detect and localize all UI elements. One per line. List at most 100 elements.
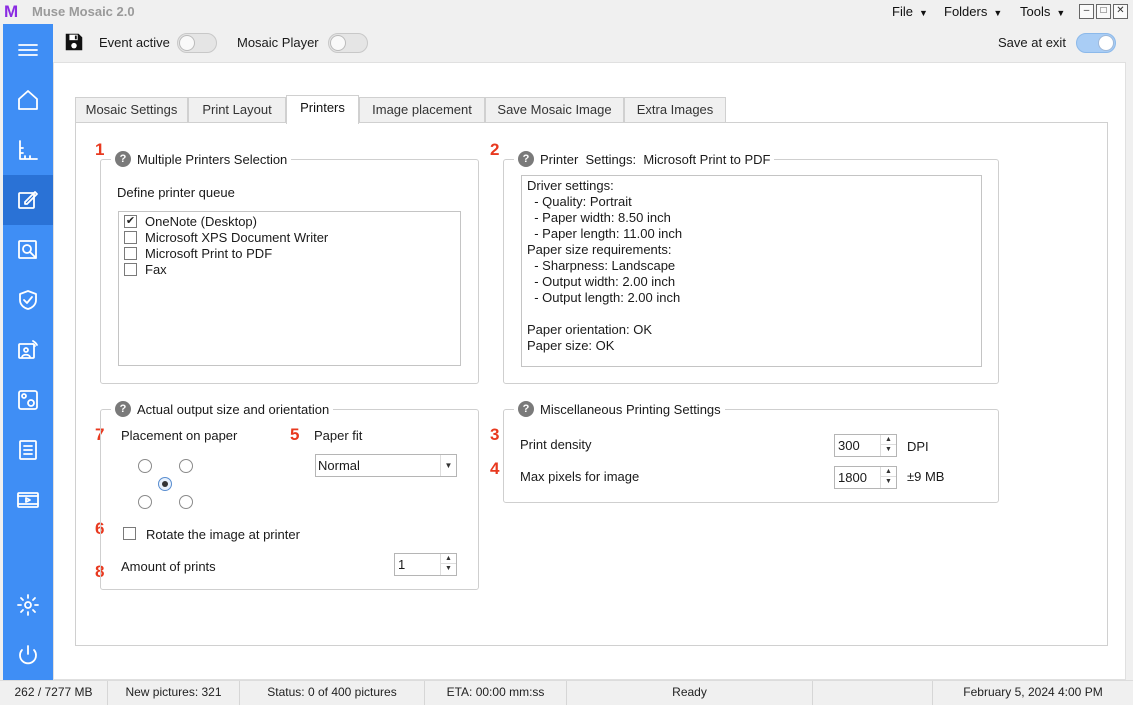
status-state: Ready <box>567 681 813 705</box>
rotate-label: Rotate the image at printer <box>146 527 300 542</box>
status-empty <box>813 681 933 705</box>
marker-1: 1 <box>95 140 105 159</box>
tab-printers[interactable]: Printers <box>286 95 359 124</box>
group-title: ? Miscellaneous Printing Settings <box>514 401 725 417</box>
placement-radio-bottom-right[interactable] <box>179 495 193 509</box>
video-icon[interactable] <box>3 475 53 525</box>
group-title: ? Printer Settings: Microsoft Print to P… <box>514 151 775 167</box>
stepper-up-icon[interactable]: ▲ <box>881 467 896 477</box>
paper-fit-select[interactable]: Normal ▼ <box>315 454 457 477</box>
stepper-down-icon[interactable]: ▼ <box>881 445 896 455</box>
help-icon[interactable]: ? <box>518 151 534 167</box>
settings-line: - Paper width: 8.50 inch <box>527 210 671 225</box>
tab-print-layout[interactable]: Print Layout <box>188 97 286 123</box>
title-bar: M Muse Mosaic 2.0 File ▼ Folders ▼ Tools ▼ … <box>0 0 1133 24</box>
checkbox[interactable] <box>124 246 137 260</box>
stepper-up-icon[interactable]: ▲ <box>441 554 456 564</box>
settings-line: - Sharpness: Landscape <box>527 258 676 273</box>
printer-queue-list[interactable]: ✔ OneNote (Desktop) Microsoft XPS Documen… <box>118 211 461 366</box>
presentation-icon[interactable] <box>3 325 53 375</box>
printer-settings-group: ? Printer Settings: Microsoft Print to P… <box>503 151 999 384</box>
checkbox-checked[interactable]: ✔ <box>124 214 137 228</box>
gear-icon[interactable] <box>3 580 53 630</box>
shield-check-icon[interactable] <box>3 275 53 325</box>
max-pixels-stepper[interactable]: 1800 ▲ ▼ <box>834 466 897 489</box>
content-panel: Mosaic Settings Print Layout Printers Im… <box>53 62 1126 680</box>
amount-stepper[interactable]: 1 ▲ ▼ <box>394 553 457 576</box>
power-icon[interactable] <box>3 630 53 680</box>
stepper-down-icon[interactable]: ▼ <box>881 477 896 487</box>
hamburger-menu-icon[interactable] <box>3 25 53 75</box>
maximize-icon[interactable]: □ <box>1096 4 1111 19</box>
max-pixels-value: 1800 <box>838 470 867 485</box>
placement-radio-top-left[interactable] <box>138 459 152 473</box>
print-density-value: 300 <box>838 438 860 453</box>
checkbox[interactable] <box>124 262 137 276</box>
printer-settings-textbox[interactable]: Driver settings: - Quality: Portrait - P… <box>521 175 982 367</box>
list-item[interactable]: Microsoft XPS Document Writer <box>124 229 328 245</box>
checklist-icon[interactable] <box>3 425 53 475</box>
stepper-up-icon[interactable]: ▲ <box>881 435 896 445</box>
menu-tools[interactable]: Tools ▼ <box>1020 4 1065 19</box>
placement-radio-top-right[interactable] <box>179 459 193 473</box>
menu-file-label: File <box>892 4 913 19</box>
stepper-buttons: ▲ ▼ <box>440 554 456 575</box>
save-at-exit-toggle[interactable] <box>1076 33 1116 53</box>
list-item[interactable]: ✔ OneNote (Desktop) <box>124 213 257 229</box>
toggle-knob <box>1098 35 1114 51</box>
stepper-down-icon[interactable]: ▼ <box>441 564 456 574</box>
settings-line <box>527 306 981 322</box>
chevron-down-icon: ▼ <box>440 455 456 476</box>
paper-fit-value: Normal <box>318 458 360 473</box>
checkbox[interactable] <box>124 230 137 244</box>
image-settings-icon[interactable] <box>3 375 53 425</box>
marker-4: 4 <box>490 459 500 478</box>
printer-name: Microsoft Print to PDF <box>145 245 273 261</box>
event-active-toggle[interactable] <box>177 33 217 53</box>
list-item[interactable]: Microsoft Print to PDF <box>124 245 272 261</box>
status-eta: ETA: 00:00 mm:ss <box>425 681 567 705</box>
help-icon[interactable]: ? <box>115 151 131 167</box>
ruler-icon[interactable] <box>3 125 53 175</box>
output-size-title: Actual output size and orientation <box>137 401 330 417</box>
multiple-printers-group: ? Multiple Printers Selection Define pri… <box>100 151 479 384</box>
radio-dot <box>162 481 168 487</box>
tab-extra-images[interactable]: Extra Images <box>624 97 726 123</box>
tab-save-mosaic-image[interactable]: Save Mosaic Image <box>485 97 624 123</box>
settings-line: Driver settings: <box>527 178 614 193</box>
settings-line: - Quality: Portrait <box>527 194 632 209</box>
print-density-stepper[interactable]: 300 ▲ ▼ <box>834 434 897 457</box>
menu-folders-label: Folders <box>944 4 988 19</box>
status-new-pictures: New pictures: 321 <box>108 681 240 705</box>
menu-folders[interactable]: Folders ▼ <box>944 4 1002 19</box>
group-title: ? Actual output size and orientation <box>111 401 334 417</box>
printer-name: Fax <box>145 261 167 277</box>
event-active-label: Event active <box>99 35 170 50</box>
minimize-icon[interactable]: – <box>1079 4 1094 19</box>
placement-radio-bottom-left[interactable] <box>138 495 152 509</box>
chevron-down-icon: ▼ <box>918 8 928 18</box>
menu-file[interactable]: File ▼ <box>892 4 928 19</box>
amount-label: Amount of prints <box>121 559 216 574</box>
settings-line: Paper size requirements: <box>527 242 672 257</box>
settings-line: Paper orientation: OK <box>527 322 653 337</box>
tab-image-placement[interactable]: Image placement <box>359 97 485 123</box>
edit-icon[interactable] <box>3 175 53 225</box>
paper-fit-label: Paper fit <box>314 428 363 443</box>
home-icon[interactable] <box>3 75 53 125</box>
placement-radio-center[interactable] <box>158 477 172 491</box>
toggle-knob <box>179 35 195 51</box>
help-icon[interactable]: ? <box>115 401 131 417</box>
tab-mosaic-settings[interactable]: Mosaic Settings <box>75 97 188 123</box>
mosaic-player-toggle[interactable] <box>328 33 368 53</box>
list-item[interactable]: Fax <box>124 261 167 277</box>
help-icon[interactable]: ? <box>518 401 534 417</box>
search-image-icon[interactable] <box>3 225 53 275</box>
save-icon[interactable] <box>63 31 85 53</box>
rotate-checkbox[interactable] <box>123 527 136 540</box>
print-density-unit: DPI <box>907 439 929 454</box>
toggle-knob <box>330 35 346 51</box>
settings-line: Paper size: OK <box>527 338 615 353</box>
close-icon[interactable]: ✕ <box>1113 4 1128 19</box>
misc-printing-group: ? Miscellaneous Printing Settings Print … <box>503 401 999 503</box>
